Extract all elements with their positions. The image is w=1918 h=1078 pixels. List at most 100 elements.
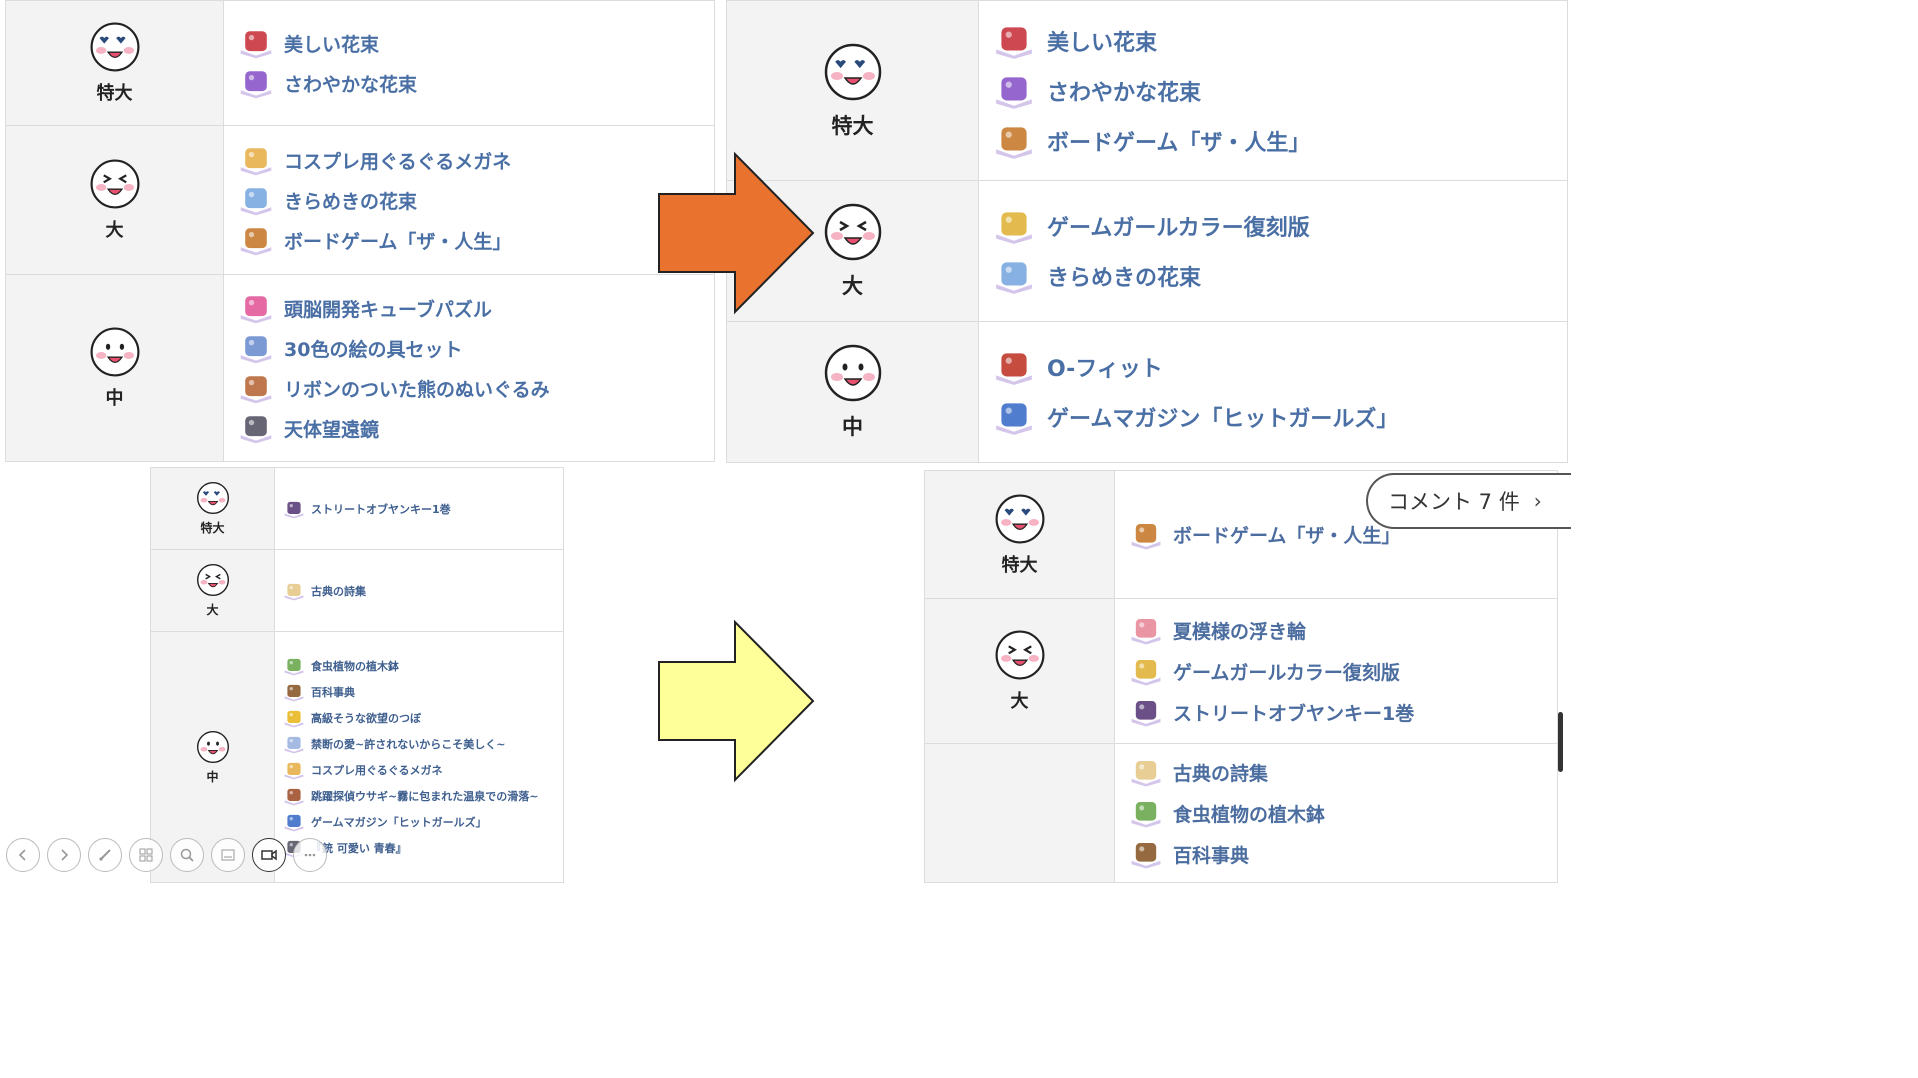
items-cell: コスプレ用ぐるぐるメガネ きらめきの花束 ボードゲーム「ザ・人生」 [223, 125, 715, 275]
items-cell: 古典の詩集 [274, 549, 564, 632]
gift-item: きらめきの花束 [993, 251, 1567, 301]
reaction-face-heart-eyes-icon [196, 481, 229, 515]
reaction-face-squint-icon [196, 563, 229, 597]
items-cell: 美しい花束さわやかな花束ボードゲーム「ザ・人生」 [978, 0, 1568, 181]
gift-item-label: コスプレ用ぐるぐるメガネ [284, 150, 512, 173]
reaction-face-smile-icon [196, 730, 229, 763]
gift-item-label: 美しい花束 [284, 33, 380, 56]
level-cell: 大 [924, 598, 1115, 744]
gift-item: ストリートオブヤンキー1巻 [1129, 692, 1557, 733]
reaction-face-heart-eyes-icon [90, 22, 139, 72]
gift-item: 食虫植物の植木鉢 [1129, 793, 1557, 834]
board-game-icon [993, 121, 1035, 161]
table-row-chu: 古典の詩集 食虫植物の植木鉢 百科事典 [924, 743, 1558, 883]
slides-grid-icon[interactable] [129, 838, 163, 872]
level-label: 特大 [200, 521, 225, 535]
gift-table: 特大 ボードゲーム「ザ・人生」 大 夏模様の浮き輪ゲームガールカラー復刻版ストリ… [924, 470, 1558, 883]
poetry-book-icon [1129, 756, 1163, 788]
gift-item-label: 禁断の愛~許されないからこそ美しく~ [311, 738, 506, 751]
reaction-face-squint-icon [90, 159, 139, 209]
table-row-dai: 大 ゲームガールカラー復刻版 きらめきの花束 [726, 180, 1568, 322]
reaction-face-squint-icon [995, 630, 1044, 680]
gift-table: 特大 美しい花束 さわやかな花束 ボードゲーム「ザ・人生」 大 ゲームガールカラー復… [726, 0, 1568, 463]
board-game-icon [1129, 519, 1163, 551]
manga-icon [283, 499, 305, 519]
gift-item-label: 古典の詩集 [1173, 762, 1269, 785]
table-row-dai: 大 コスプレ用ぐるぐるメガネ きらめきの花束 ボードゲーム「ザ・人生」 [5, 125, 715, 275]
level-label: 特大 [831, 113, 874, 138]
reaction-face-smile-icon [90, 327, 139, 377]
level-cell: 大 [5, 125, 224, 275]
bouquet-red-icon [993, 21, 1035, 61]
gift-item: 高級そうな欲望のつぼ [283, 705, 563, 731]
gift-item: ボードゲーム「ザ・人生」 [993, 116, 1567, 166]
gift-item: コスプレ用ぐるぐるメガネ [238, 140, 714, 180]
gift-table-bottom-left: 特大 ストリートオブヤンキー1巻 大 古典の詩集 中 食虫植物の植木鉢 百科事典高… [150, 467, 564, 883]
gift-item: 禁断の愛~許されないからこそ美しく~ [283, 731, 563, 757]
gift-table: 特大 美しい花束さわやかな花束 大 コスプレ用ぐるぐるメガネ きらめきの花束 ボード… [5, 0, 715, 462]
subtitles-icon[interactable] [211, 838, 245, 872]
gift-item: 美しい花束 [238, 23, 714, 63]
gift-item-label: ボードゲーム「ザ・人生」 [1047, 130, 1311, 156]
gift-item-label: 美しい花束 [1047, 30, 1158, 56]
table-row-tokudai: 特大 美しい花束さわやかな花束ボードゲーム「ザ・人生」 [726, 0, 1568, 181]
bouquet-blue-icon [238, 183, 274, 217]
pen-icon[interactable] [88, 838, 122, 872]
board-game-icon [238, 223, 274, 257]
gift-item-label: ストリートオブヤンキー1巻 [1173, 702, 1415, 725]
gift-item-label: きらめきの花束 [284, 190, 418, 213]
gift-item: ゲームマガジン「ヒットガールズ」 [993, 392, 1567, 442]
plant-pot-icon [283, 656, 305, 676]
gift-item-label: 天体望遠鏡 [284, 418, 380, 441]
float-ring-icon [1129, 614, 1163, 646]
table-row-tokudai: 特大 美しい花束さわやかな花束 [5, 0, 715, 126]
bouquet-red-icon [238, 26, 274, 60]
gift-item: ゲームガールカラー復刻版 [993, 201, 1567, 251]
level-label: 大 [105, 220, 124, 241]
plant-pot-icon [1129, 797, 1163, 829]
gift-item-label: リボンのついた熊のぬいぐるみ [284, 378, 550, 401]
gift-item: ゲームガールカラー復刻版 [1129, 651, 1557, 692]
gift-item: リボンのついた熊のぬいぐるみ [238, 368, 714, 408]
table-row-dai: 大 夏模様の浮き輪ゲームガールカラー復刻版ストリートオブヤンキー1巻 [924, 598, 1558, 744]
next-icon[interactable] [47, 838, 81, 872]
gift-item: ゲームマガジン「ヒットガールズ」 [283, 809, 563, 835]
more-icon[interactable] [293, 838, 327, 872]
chevron-right-icon: › [1533, 489, 1542, 513]
gift-item-label: ゲームマガジン「ヒットガールズ」 [1047, 407, 1399, 432]
gift-item-label: 食虫植物の植木鉢 [1173, 803, 1326, 826]
fitness-ring-icon [993, 347, 1035, 387]
gift-item-label: きらめきの花束 [1047, 266, 1202, 291]
scrollbar-thumb[interactable] [1558, 712, 1563, 772]
level-cell: 中 [5, 274, 224, 462]
gift-item-label: 高級そうな欲望のつぼ [311, 712, 421, 725]
zoom-icon[interactable] [170, 838, 204, 872]
gift-item-label: 夏模様の浮き輪 [1173, 620, 1307, 643]
gift-item: さわやかな花束 [993, 66, 1567, 116]
poetry-book-icon [283, 581, 305, 601]
yellow-arrow [658, 619, 815, 783]
gift-item-label: さわやかな花束 [284, 73, 418, 96]
level-cell: 中 [726, 321, 979, 463]
comment-count-button[interactable]: コメント 7 件 › [1366, 473, 1571, 529]
items-cell: 頭脳開発キューブパズル 30色の絵の具セット リボンのついた熊のぬいぐるみ 天体望遠鏡 [223, 274, 715, 462]
reaction-face-heart-eyes-icon [995, 494, 1044, 543]
telescope-icon [238, 411, 274, 445]
detective-book-icon [283, 786, 305, 806]
magazine-icon [283, 812, 305, 832]
gift-item-label: ボードゲーム「ザ・人生」 [1173, 525, 1401, 547]
camera-icon[interactable] [252, 838, 286, 872]
gift-table-top-right: 特大 美しい花束 さわやかな花束 ボードゲーム「ザ・人生」 大 ゲームガールカラー復… [726, 0, 1568, 463]
level-cell [924, 743, 1115, 883]
gift-item-label: ストリートオブヤンキー1巻 [311, 502, 451, 516]
level-cell: 特大 [150, 467, 275, 550]
gift-item-label: 跳躍探偵ウサギ~霧に包まれた温泉での滑落~ [311, 790, 539, 803]
gift-item-label: 百科事典 [311, 686, 355, 699]
level-cell: 特大 [5, 0, 224, 126]
items-cell: 夏模様の浮き輪ゲームガールカラー復刻版ストリートオブヤンキー1巻 [1114, 598, 1558, 744]
teddy-bear-icon [238, 371, 274, 405]
level-cell: 特大 [924, 470, 1115, 599]
gift-item: 夏模様の浮き輪 [1129, 610, 1557, 651]
previous-icon[interactable] [6, 838, 40, 872]
reaction-face-heart-eyes-icon [824, 43, 881, 100]
